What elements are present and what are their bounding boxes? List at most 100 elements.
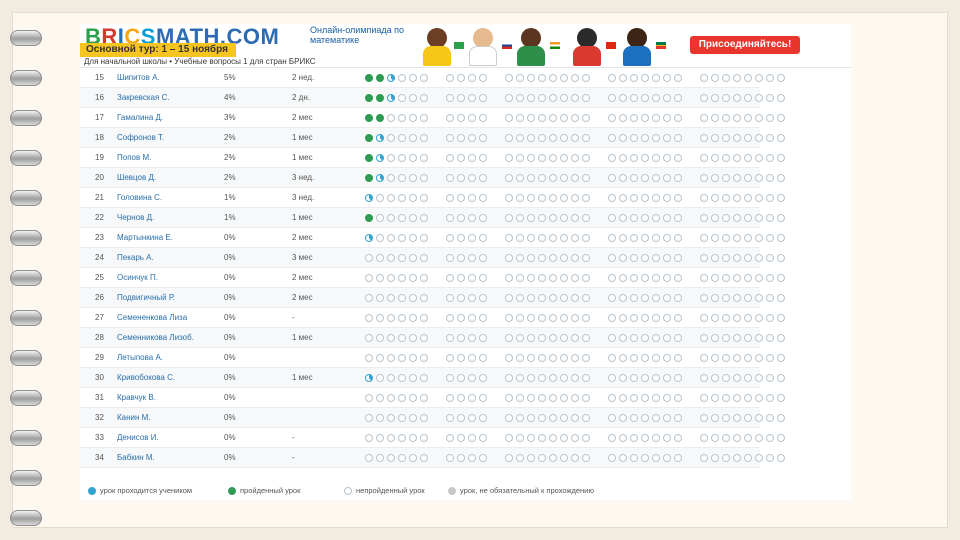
lesson-not-done-icon[interactable] xyxy=(630,134,638,142)
lesson-not-done-icon[interactable] xyxy=(766,174,774,182)
lesson-not-done-icon[interactable] xyxy=(457,274,465,282)
lesson-not-done-icon[interactable] xyxy=(777,274,785,282)
lesson-not-done-icon[interactable] xyxy=(630,334,638,342)
lesson-not-done-icon[interactable] xyxy=(652,74,660,82)
lesson-not-done-icon[interactable] xyxy=(733,454,741,462)
lesson-not-done-icon[interactable] xyxy=(516,394,524,402)
lesson-not-done-icon[interactable] xyxy=(560,254,568,262)
lesson-not-done-icon[interactable] xyxy=(663,154,671,162)
lesson-not-done-icon[interactable] xyxy=(479,434,487,442)
lesson-not-done-icon[interactable] xyxy=(549,294,557,302)
lesson-not-done-icon[interactable] xyxy=(619,434,627,442)
lesson-not-done-icon[interactable] xyxy=(619,274,627,282)
lesson-not-done-icon[interactable] xyxy=(722,374,730,382)
lesson-not-done-icon[interactable] xyxy=(409,394,417,402)
lesson-not-done-icon[interactable] xyxy=(560,234,568,242)
lesson-not-done-icon[interactable] xyxy=(641,214,649,222)
lesson-not-done-icon[interactable] xyxy=(711,254,719,262)
lesson-not-done-icon[interactable] xyxy=(744,274,752,282)
lesson-not-done-icon[interactable] xyxy=(505,374,513,382)
lesson-not-done-icon[interactable] xyxy=(722,294,730,302)
lesson-not-done-icon[interactable] xyxy=(652,434,660,442)
lesson-not-done-icon[interactable] xyxy=(468,114,476,122)
lesson-not-done-icon[interactable] xyxy=(479,214,487,222)
lesson-not-done-icon[interactable] xyxy=(446,374,454,382)
lesson-not-done-icon[interactable] xyxy=(468,254,476,262)
lesson-not-done-icon[interactable] xyxy=(663,254,671,262)
lesson-not-done-icon[interactable] xyxy=(674,94,682,102)
student-name-link[interactable]: Кривобокова С. xyxy=(117,373,222,382)
lesson-not-done-icon[interactable] xyxy=(700,134,708,142)
lesson-not-done-icon[interactable] xyxy=(446,154,454,162)
lesson-not-done-icon[interactable] xyxy=(549,214,557,222)
lesson-not-done-icon[interactable] xyxy=(630,94,638,102)
student-name-link[interactable]: Осинчук П. xyxy=(117,273,222,282)
lesson-not-done-icon[interactable] xyxy=(457,214,465,222)
lesson-not-done-icon[interactable] xyxy=(663,114,671,122)
lesson-not-done-icon[interactable] xyxy=(711,194,719,202)
lesson-not-done-icon[interactable] xyxy=(608,274,616,282)
lesson-not-done-icon[interactable] xyxy=(571,294,579,302)
lesson-not-done-icon[interactable] xyxy=(722,274,730,282)
lesson-not-done-icon[interactable] xyxy=(516,294,524,302)
lesson-not-done-icon[interactable] xyxy=(387,394,395,402)
lesson-not-done-icon[interactable] xyxy=(582,394,590,402)
lesson-not-done-icon[interactable] xyxy=(744,194,752,202)
lesson-not-done-icon[interactable] xyxy=(641,314,649,322)
lesson-not-done-icon[interactable] xyxy=(766,114,774,122)
lesson-not-done-icon[interactable] xyxy=(516,234,524,242)
lesson-not-done-icon[interactable] xyxy=(711,274,719,282)
lesson-not-done-icon[interactable] xyxy=(766,94,774,102)
lesson-not-done-icon[interactable] xyxy=(420,434,428,442)
lesson-not-done-icon[interactable] xyxy=(766,354,774,362)
lesson-not-done-icon[interactable] xyxy=(549,234,557,242)
lesson-not-done-icon[interactable] xyxy=(387,114,395,122)
lesson-not-done-icon[interactable] xyxy=(538,294,546,302)
lesson-not-done-icon[interactable] xyxy=(711,234,719,242)
lesson-not-done-icon[interactable] xyxy=(446,454,454,462)
lesson-not-done-icon[interactable] xyxy=(468,354,476,362)
lesson-not-done-icon[interactable] xyxy=(619,134,627,142)
lesson-not-done-icon[interactable] xyxy=(571,374,579,382)
lesson-not-done-icon[interactable] xyxy=(387,154,395,162)
lesson-not-done-icon[interactable] xyxy=(457,94,465,102)
student-name-link[interactable]: Софронов Т. xyxy=(117,133,222,142)
lesson-not-done-icon[interactable] xyxy=(777,194,785,202)
lesson-not-done-icon[interactable] xyxy=(538,234,546,242)
student-name-link[interactable]: Кравчук В. xyxy=(117,393,222,402)
lesson-not-done-icon[interactable] xyxy=(387,434,395,442)
lesson-in-progress-icon[interactable] xyxy=(376,154,384,162)
lesson-not-done-icon[interactable] xyxy=(549,74,557,82)
lesson-not-done-icon[interactable] xyxy=(549,334,557,342)
lesson-not-done-icon[interactable] xyxy=(479,134,487,142)
lesson-not-done-icon[interactable] xyxy=(630,254,638,262)
lesson-not-done-icon[interactable] xyxy=(446,334,454,342)
lesson-not-done-icon[interactable] xyxy=(420,414,428,422)
lesson-not-done-icon[interactable] xyxy=(571,154,579,162)
lesson-not-done-icon[interactable] xyxy=(619,234,627,242)
lesson-not-done-icon[interactable] xyxy=(527,74,535,82)
lesson-not-done-icon[interactable] xyxy=(630,274,638,282)
lesson-not-done-icon[interactable] xyxy=(619,334,627,342)
lesson-not-done-icon[interactable] xyxy=(365,414,373,422)
lesson-not-done-icon[interactable] xyxy=(446,354,454,362)
lesson-not-done-icon[interactable] xyxy=(733,234,741,242)
lesson-not-done-icon[interactable] xyxy=(755,174,763,182)
lesson-not-done-icon[interactable] xyxy=(527,254,535,262)
lesson-not-done-icon[interactable] xyxy=(505,454,513,462)
lesson-not-done-icon[interactable] xyxy=(722,454,730,462)
lesson-not-done-icon[interactable] xyxy=(446,194,454,202)
lesson-not-done-icon[interactable] xyxy=(560,94,568,102)
lesson-done-icon[interactable] xyxy=(365,134,373,142)
lesson-not-done-icon[interactable] xyxy=(755,294,763,302)
student-name-link[interactable]: Пекарь А. xyxy=(117,253,222,262)
lesson-not-done-icon[interactable] xyxy=(733,394,741,402)
lesson-not-done-icon[interactable] xyxy=(538,334,546,342)
lesson-not-done-icon[interactable] xyxy=(744,354,752,362)
lesson-not-done-icon[interactable] xyxy=(630,314,638,322)
lesson-not-done-icon[interactable] xyxy=(398,434,406,442)
lesson-not-done-icon[interactable] xyxy=(700,114,708,122)
join-button[interactable]: Присоединяйтесь! xyxy=(690,36,800,54)
student-name-link[interactable]: Чернов Д. xyxy=(117,213,222,222)
lesson-not-done-icon[interactable] xyxy=(457,314,465,322)
